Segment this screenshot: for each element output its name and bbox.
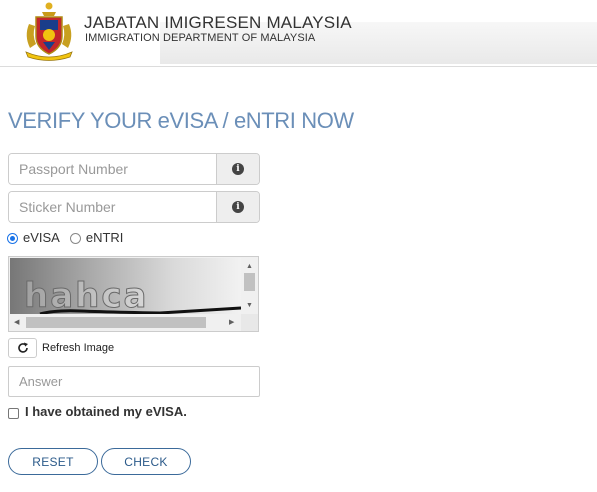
scroll-down-icon[interactable]: ▼ [246, 302, 253, 309]
captcha-answer-input[interactable] [8, 366, 260, 397]
info-icon: i [232, 201, 244, 213]
captcha-noise-line [39, 306, 242, 316]
org-title: JABATAN IMIGRESEN MALAYSIA [84, 13, 352, 32]
sticker-info-button[interactable]: i [216, 192, 259, 222]
radio-evisa-label[interactable]: eVISA [23, 230, 60, 245]
horizontal-scroll-thumb[interactable] [26, 317, 206, 328]
refresh-image-button[interactable] [8, 338, 37, 358]
reset-button[interactable]: RESET [8, 448, 98, 475]
scroll-left-icon[interactable]: ◀ [14, 319, 19, 326]
captcha-image: hahca [10, 258, 242, 317]
obtained-evisa-checkbox[interactable] [8, 407, 19, 419]
refresh-image-label[interactable]: Refresh Image [42, 342, 114, 354]
page-title: VERIFY YOUR eVISA / eNTRI NOW [8, 108, 354, 133]
scroll-right-icon[interactable]: ▶ [229, 319, 234, 326]
visa-type-radio-group: eVISA eNTRI [7, 230, 133, 245]
page-header: JABATAN IMIGRESEN MALAYSIA IMMIGRATION D… [0, 0, 597, 67]
radio-entri-label[interactable]: eNTRI [86, 230, 124, 245]
captcha-horizontal-scrollbar[interactable]: ◀ ▶ [9, 314, 242, 331]
scroll-up-icon[interactable]: ▲ [246, 263, 253, 270]
info-icon: i [232, 163, 244, 175]
obtained-evisa-label[interactable]: I have obtained my eVISA. [25, 404, 187, 419]
radio-entri[interactable] [69, 232, 81, 244]
passport-number-input[interactable] [9, 154, 216, 184]
captcha-vertical-scrollbar[interactable]: ▲ ▼ [241, 257, 258, 316]
captcha-frame: hahca ▲ ▼ ◀ ▶ [8, 256, 259, 332]
sticker-input-group: i [8, 191, 260, 223]
radio-evisa[interactable] [7, 232, 18, 244]
check-button[interactable]: CHECK [101, 448, 191, 475]
imigresen-crest-icon [25, 2, 73, 61]
sticker-number-input[interactable] [9, 192, 216, 222]
obtained-evisa-row: I have obtained my eVISA. [8, 404, 187, 419]
refresh-icon [17, 342, 28, 353]
passport-input-group: i [8, 153, 260, 185]
org-subtitle: IMMIGRATION DEPARTMENT OF MALAYSIA [85, 32, 316, 44]
passport-info-button[interactable]: i [216, 154, 259, 184]
vertical-scroll-thumb[interactable] [244, 273, 255, 291]
scrollbar-corner [241, 314, 258, 331]
